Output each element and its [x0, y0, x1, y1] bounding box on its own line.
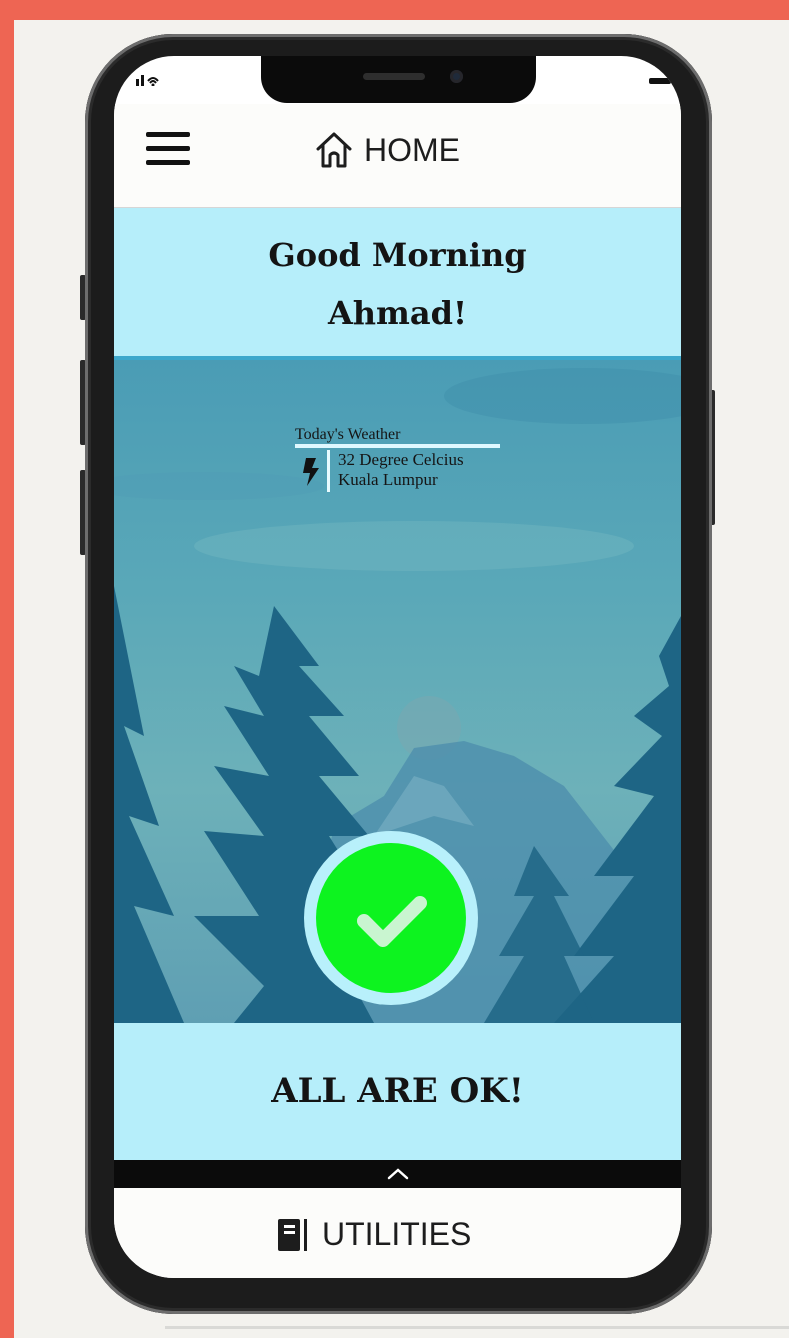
lightning-bolt-icon: [303, 458, 319, 486]
status-banner: ALL ARE OK!: [114, 1023, 681, 1160]
weather-location: Kuala Lumpur: [338, 470, 438, 489]
drawer-handle[interactable]: [114, 1160, 681, 1188]
status-bar-battery-icon: [649, 78, 671, 84]
background-bottom-line: [165, 1326, 789, 1329]
utilities-bar: UTILITIES: [114, 1188, 681, 1278]
phone-screen: HOME Good Morning Ahmad! Today's Weather: [114, 56, 681, 1278]
landscape-hero-image: Today's Weather 32 Degree Celcius Kuala …: [114, 356, 681, 1023]
app-header: HOME: [114, 104, 681, 208]
home-icon: [316, 132, 352, 168]
menu-icon-bar: [146, 160, 190, 165]
greeting-line-1: Good Morning: [268, 236, 527, 274]
scene-top-border: [114, 356, 681, 360]
greeting-line-2: Ahmad!: [327, 294, 468, 332]
menu-icon-bar: [146, 146, 190, 151]
front-camera: [450, 70, 463, 83]
menu-button[interactable]: [146, 132, 190, 168]
weather-divider: [295, 444, 500, 448]
weather-widget: Today's Weather 32 Degree Celcius Kuala …: [295, 425, 500, 492]
utilities-button[interactable]: UTILITIES: [276, 1216, 471, 1253]
chevron-up-icon: [387, 1168, 409, 1180]
utilities-label: UTILITIES: [322, 1216, 472, 1252]
background-top-band: [0, 0, 789, 20]
status-check-button[interactable]: [304, 831, 478, 1005]
phone-notch: [261, 56, 536, 103]
menu-icon-bar: [146, 132, 190, 137]
check-circle: [316, 843, 466, 993]
greeting-banner: Good Morning Ahmad!: [114, 208, 681, 356]
background-left-band: [0, 0, 14, 1338]
weather-title: Today's Weather: [295, 426, 401, 443]
weather-vertical-divider: [327, 450, 330, 492]
checkmark-icon: [357, 896, 427, 947]
book-icon: [278, 1218, 307, 1251]
weather-temperature: 32 Degree Celcius: [338, 450, 464, 469]
page-title: HOME: [364, 131, 460, 168]
status-message: ALL ARE OK!: [271, 1071, 524, 1111]
home-title-link[interactable]: HOME: [314, 128, 460, 172]
speaker-grille: [363, 73, 425, 80]
status-bar-signal-icon: [136, 72, 162, 89]
